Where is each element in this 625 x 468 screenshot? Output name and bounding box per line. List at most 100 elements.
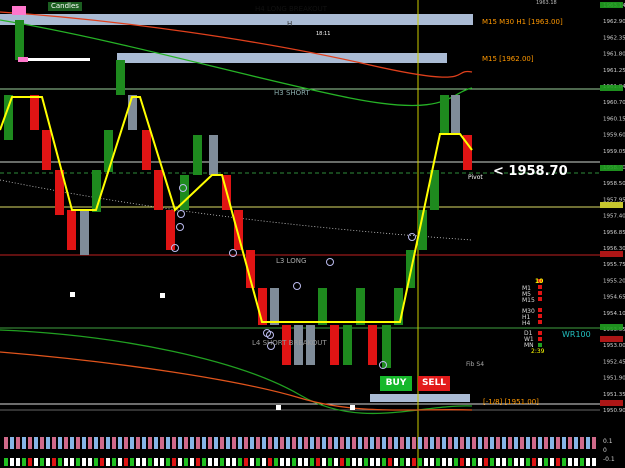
hist-foot-0 — [4, 458, 8, 466]
hist-bar-81 — [490, 437, 494, 449]
hist-bar-32 — [196, 437, 200, 449]
marker-square-0 — [70, 292, 75, 297]
white-bar — [18, 58, 90, 61]
hist-foot-56 — [340, 458, 344, 466]
hist-bar-9 — [58, 437, 62, 449]
current-price-readout: < 1958.70 — [493, 164, 568, 179]
hist-bar-72 — [436, 437, 440, 449]
axis-price-tag-6 — [600, 336, 623, 342]
hist-foot-84 — [508, 458, 512, 466]
hist-bar-65 — [394, 437, 398, 449]
tf-dot-5 — [538, 314, 542, 318]
hist-foot-93 — [562, 458, 566, 466]
hist-foot-73 — [442, 458, 446, 466]
hist-bar-56 — [340, 437, 344, 449]
hist-bar-94 — [568, 437, 572, 449]
hist-bar-76 — [460, 437, 464, 449]
hist-foot-28 — [172, 458, 176, 466]
hist-foot-29 — [178, 458, 182, 466]
axis-label-21: 1953.00 — [603, 343, 625, 349]
hist-bar-61 — [370, 437, 374, 449]
hist-bar-24 — [148, 437, 152, 449]
hist-foot-65 — [394, 458, 398, 466]
hist-bar-11 — [70, 437, 74, 449]
hist-foot-59 — [358, 458, 362, 466]
axis-price-tag-4 — [600, 251, 623, 257]
candle-3 — [42, 130, 51, 170]
hist-bar-15 — [94, 437, 98, 449]
pivot-label: Pivot — [468, 174, 483, 181]
hist-bar-89 — [538, 437, 542, 449]
hist-bar-22 — [136, 437, 140, 449]
hist-bar-62 — [376, 437, 380, 449]
hist-bar-40 — [244, 437, 248, 449]
hist-foot-87 — [526, 458, 530, 466]
hist-bar-2 — [16, 437, 20, 449]
candle-1 — [15, 20, 24, 60]
signal-circle-10 — [408, 233, 416, 241]
hist-foot-76 — [460, 458, 464, 466]
hist-foot-25 — [154, 458, 158, 466]
hist-foot-31 — [190, 458, 194, 466]
hist-foot-1 — [10, 458, 14, 466]
candle-12 — [154, 170, 163, 210]
hist-foot-88 — [532, 458, 536, 466]
hist-bar-39 — [238, 437, 242, 449]
hist-bar-6 — [40, 437, 44, 449]
hist-bar-12 — [76, 437, 80, 449]
hist-bar-77 — [466, 437, 470, 449]
hist-bar-51 — [310, 437, 314, 449]
hist-bar-52 — [316, 437, 320, 449]
candle-29 — [368, 325, 377, 365]
hist-bar-53 — [322, 437, 326, 449]
candle-35 — [440, 95, 449, 135]
hist-foot-63 — [382, 458, 386, 466]
top-right-text: 1963.18 — [536, 0, 557, 6]
hist-bar-43 — [262, 437, 266, 449]
sub-axis-label-2: -0.1 — [603, 456, 615, 463]
hist-foot-44 — [268, 458, 272, 466]
hist-bar-33 — [202, 437, 206, 449]
hist-bar-71 — [430, 437, 434, 449]
tf-count: 10 — [535, 278, 544, 285]
hist-foot-3 — [22, 458, 26, 466]
candle-27 — [343, 325, 352, 365]
hist-foot-85 — [514, 458, 518, 466]
hist-bar-54 — [328, 437, 332, 449]
hist-foot-82 — [496, 458, 500, 466]
candle-25 — [318, 288, 327, 325]
axis-price-tag-2 — [600, 165, 623, 171]
hist-foot-96 — [580, 458, 584, 466]
tf-dot-8 — [538, 337, 542, 341]
hist-bar-93 — [562, 437, 566, 449]
hist-foot-78 — [472, 458, 476, 466]
axis-price-tag-0 — [600, 2, 623, 8]
hist-foot-37 — [226, 458, 230, 466]
signal-circle-6 — [326, 258, 334, 266]
hist-bar-45 — [274, 437, 278, 449]
hist-foot-67 — [406, 458, 410, 466]
tf-h4: H4 — [522, 320, 531, 327]
hist-bar-86 — [520, 437, 524, 449]
hist-bar-14 — [88, 437, 92, 449]
hist-foot-52 — [316, 458, 320, 466]
candle-21 — [270, 288, 279, 325]
hist-foot-22 — [136, 458, 140, 466]
sell-button[interactable]: SELL — [418, 376, 450, 391]
axis-label-7: 1960.15 — [603, 116, 625, 122]
hist-bar-25 — [154, 437, 158, 449]
candle-5 — [67, 210, 76, 250]
axis-label-13: 1957.40 — [603, 214, 625, 220]
hist-bar-18 — [112, 437, 116, 449]
hist-foot-60 — [364, 458, 368, 466]
tf-dot-6 — [538, 320, 542, 324]
hist-foot-2 — [16, 458, 20, 466]
hist-bar-49 — [298, 437, 302, 449]
hist-foot-68 — [412, 458, 416, 466]
hist-bar-75 — [454, 437, 458, 449]
hist-bar-31 — [190, 437, 194, 449]
hist-foot-83 — [502, 458, 506, 466]
hist-foot-41 — [250, 458, 254, 466]
tf-timer: 2:39 — [531, 348, 545, 355]
buy-button[interactable]: BUY — [380, 376, 412, 391]
